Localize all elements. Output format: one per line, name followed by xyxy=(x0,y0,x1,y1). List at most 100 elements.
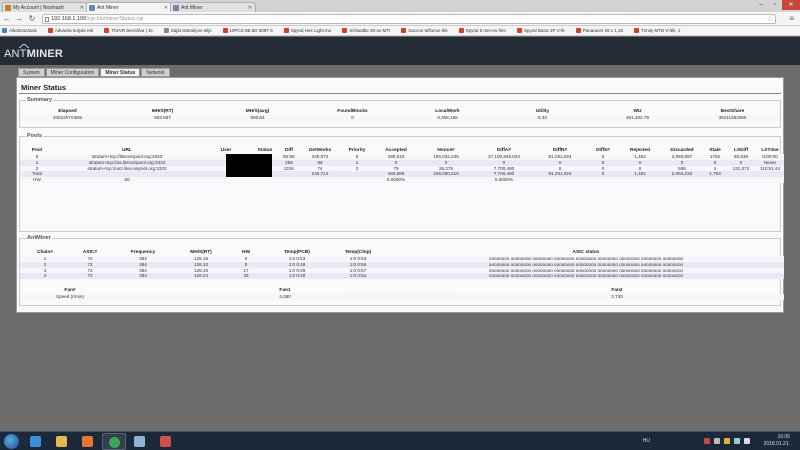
bookmark-star-icon[interactable]: ☆ xyxy=(767,15,773,24)
tab-system[interactable]: System xyxy=(18,68,45,77)
taskbar-media-button[interactable] xyxy=(76,433,100,450)
bookmark-label: TheVR beszólva | Je xyxy=(111,28,153,33)
column-header: ASIC# xyxy=(82,249,98,255)
browser-menu-icon[interactable]: ≡ xyxy=(789,14,794,24)
url-host: 192.168.1.100 xyxy=(51,16,87,22)
tray-flag-icon[interactable] xyxy=(714,438,720,444)
column-header: DiffA# xyxy=(496,147,512,153)
maximize-icon[interactable]: ▫ xyxy=(768,0,782,10)
tab-miner-status[interactable]: Miner Status xyxy=(100,68,141,77)
taskbar-explorer-button[interactable] xyxy=(50,433,74,450)
table-cell xyxy=(418,177,474,183)
taskbar-paint-button[interactable] xyxy=(154,433,178,450)
favicon-icon xyxy=(173,5,179,11)
table-cell xyxy=(200,177,252,183)
title-divider xyxy=(19,93,781,94)
tab-title: Ant Miner xyxy=(97,5,119,11)
table-cell: 0.0000% xyxy=(474,177,534,183)
bookmark-item[interactable]: Saját testsúlyos teljs xyxy=(163,28,212,33)
column-header: LSDiff xyxy=(733,147,749,153)
url-input[interactable]: 192.168.1.100/cgi-bin/minerStatus.cgi ☆ xyxy=(42,14,776,24)
column-header: Stale xyxy=(709,147,721,153)
bookmark-item[interactable]: Advanlix kulyás rek xyxy=(47,28,94,33)
table-cell: 33 xyxy=(226,273,266,280)
column-header: Nonce# xyxy=(437,147,455,153)
taskbar-chrome-button[interactable] xyxy=(102,433,126,450)
table-cell xyxy=(660,177,704,183)
table-cell: 1:0 0:48 xyxy=(266,273,328,280)
bookmark-item[interactable]: Spyral 5 mm-es fém xyxy=(458,28,506,33)
column-header: MH/S(RT) xyxy=(151,108,174,114)
bookmark-item[interactable]: Schwalbe 26-os MTI xyxy=(342,28,390,33)
reload-icon[interactable]: ↻ xyxy=(27,14,37,24)
clock-date: 2018.01.21. xyxy=(763,441,790,447)
bookmark-favicon-icon xyxy=(2,28,7,33)
bookmark-favicon-icon xyxy=(575,28,581,33)
language-indicator[interactable]: HU xyxy=(643,438,650,444)
column-header: Frequency xyxy=(130,249,156,255)
close-window-icon[interactable]: ✕ xyxy=(782,0,800,10)
table-cell xyxy=(620,177,660,183)
bookmark-favicon-icon xyxy=(163,28,169,33)
bookmark-item[interactable]: TheVR beszólva | Je xyxy=(104,28,153,33)
column-header: URL xyxy=(122,147,132,153)
bookmark-favicon-icon xyxy=(47,28,53,33)
table-cell xyxy=(252,177,278,183)
taskbar-ie-button[interactable] xyxy=(24,433,48,450)
page-icon xyxy=(45,17,49,22)
bookmark-label: Saccon teflonos fek xyxy=(408,28,448,33)
bookmark-favicon-icon xyxy=(516,28,522,33)
table-cell xyxy=(756,177,784,183)
back-icon[interactable]: ← xyxy=(2,14,12,24)
url-path: /cgi-bin/minerStatus.cgi xyxy=(86,16,144,22)
tab-network[interactable]: Network xyxy=(141,68,170,77)
table-cell: 500.64 xyxy=(210,115,305,121)
start-button-icon[interactable] xyxy=(4,434,19,449)
bookmark-item[interactable]: 10PCS 8B.5D 509T 6 xyxy=(222,28,273,33)
browser-tab-antminer[interactable]: Ant Miner ✕ xyxy=(170,2,256,12)
bookmark-label: Advanlix kulyás rek xyxy=(54,28,94,33)
table-cell: 110:51:44 xyxy=(756,165,784,172)
bookmark-label: Panaracer 26 x 1,25 xyxy=(582,28,624,33)
paint-icon xyxy=(160,436,171,447)
tab-close-icon[interactable]: ✕ xyxy=(80,5,84,11)
table-cell: 39211383365 xyxy=(685,115,780,121)
tab-close-icon[interactable]: ✕ xyxy=(164,5,168,11)
tab-title: Ant Miner xyxy=(181,5,203,11)
antminer-page: ANTMINER System Miner Configuration Miner … xyxy=(0,37,800,431)
minimize-icon[interactable]: – xyxy=(754,0,768,10)
table-cell: 0 xyxy=(305,115,400,121)
tab-miner-configuration[interactable]: Miner Configuration xyxy=(45,68,100,77)
column-header: Priority xyxy=(348,147,366,153)
tab-close-icon[interactable]: ✕ xyxy=(248,5,252,11)
bookmark-item[interactable]: Spyral Basic 2F V-fé xyxy=(516,28,565,33)
bookmark-label: Trinity MTB V-fék, 1 xyxy=(641,28,681,33)
window-controls: – ▫ ✕ xyxy=(754,0,800,10)
bookmark-item[interactable]: Panaracer 26 x 1,25 xyxy=(575,28,624,33)
table-cell xyxy=(704,177,726,183)
summary-section: Summary Elapsed MH/S(RT) MH/S(avg) FoundBlo… xyxy=(19,97,781,128)
table-cell xyxy=(586,177,620,183)
table-cell xyxy=(534,177,586,183)
forward-icon[interactable]: → xyxy=(14,14,24,24)
column-header: Utility xyxy=(535,108,550,114)
column-header: Temp(Chip) xyxy=(344,249,372,255)
clock[interactable]: 16:05 2018.01.21. xyxy=(764,434,790,448)
bookmark-item[interactable]: Spyral Hex Light mo xyxy=(283,28,331,33)
pools-table: Pool URL User Status Diff GetWorks Priority Acc… xyxy=(20,146,784,183)
tray-app-icon[interactable] xyxy=(704,438,710,444)
table-cell: 3,458,166 xyxy=(400,115,495,121)
column-header: ASIC status xyxy=(572,249,600,255)
antminer-logo: ANTMINER xyxy=(4,48,63,60)
bookmark-item[interactable]: Alkalmazások xyxy=(2,28,37,33)
column-header: MH/S(RT) xyxy=(190,249,212,255)
network-icon[interactable] xyxy=(734,438,740,444)
browser-tab-antminer-active[interactable]: Ant Miner ✕ xyxy=(86,2,172,12)
tray-warning-icon[interactable] xyxy=(724,438,730,444)
page-title: Miner Status xyxy=(21,83,67,92)
bookmark-item[interactable]: Trinity MTB V-fék, 1 xyxy=(634,28,681,33)
bookmark-item[interactable]: Saccon teflonos fek xyxy=(401,28,448,33)
browser-tab-nicehash[interactable]: My Account | Nicehash ✕ xyxy=(2,2,88,12)
volume-icon[interactable] xyxy=(744,438,750,444)
taskbar-other-button[interactable] xyxy=(128,433,152,450)
